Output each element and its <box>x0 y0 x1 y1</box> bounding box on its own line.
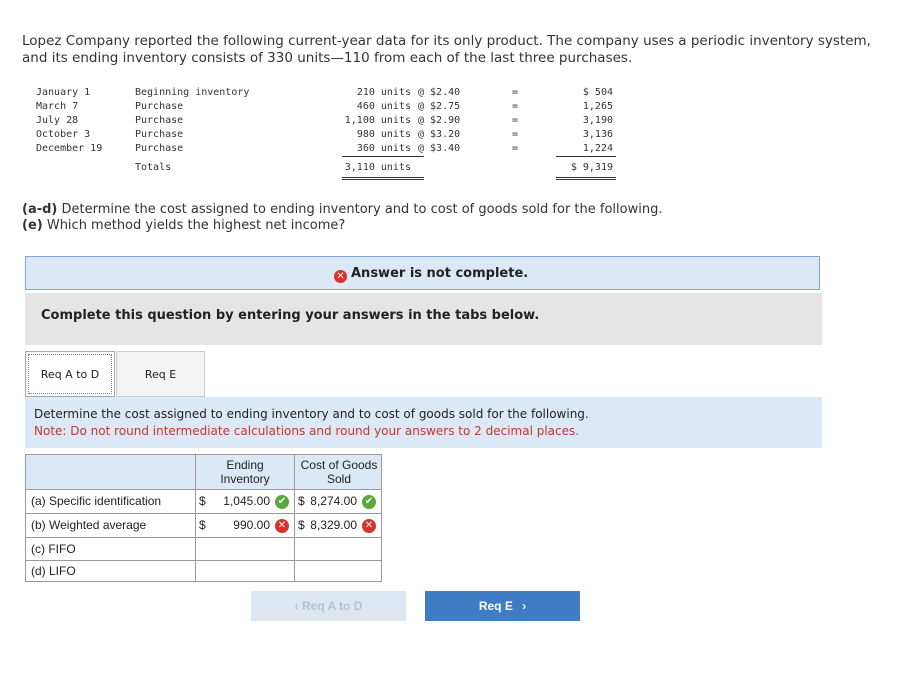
cogs-input[interactable]: $ 8,329.00 ✕ <box>294 513 382 538</box>
rounding-note: Note: Do not round intermediate calculat… <box>34 424 580 438</box>
instructions-text: Complete this question by entering your … <box>41 308 540 323</box>
row-cost: @ $3.40 <box>418 143 461 154</box>
question-e-label: (e) <box>22 218 43 233</box>
instructions-banner: Complete this question by entering your … <box>25 293 822 345</box>
question-a-d-text: Determine the cost assigned to ending in… <box>57 202 663 217</box>
check-icon: ✔ <box>362 495 376 509</box>
total-underline <box>556 156 616 157</box>
question-a-d: (a-d) Determine the cost assigned to end… <box>22 202 662 218</box>
row-total: 3,136 <box>582 129 613 140</box>
row-equals: = <box>512 129 519 140</box>
dollar-sign: $ <box>199 518 206 532</box>
x-circle-icon: ✕ <box>334 270 347 283</box>
col-ending-inventory: Ending Inventory <box>220 458 270 486</box>
row-cost: @ $2.90 <box>418 115 461 126</box>
row-desc: Beginning inventory <box>135 87 250 98</box>
row-equals: = <box>512 143 519 154</box>
input-value: 8,274.00 <box>310 494 357 508</box>
tab-focus-outline <box>28 354 112 394</box>
row-total: 3,190 <box>582 115 613 126</box>
row-units: 1,100 units <box>344 115 411 126</box>
totals-units: 3,110 units <box>344 162 411 173</box>
row-units: 360 units <box>356 143 411 154</box>
row-date: October 3 <box>36 129 91 140</box>
col-cost-of-goods-sold: Cost of Goods Sold <box>300 458 378 486</box>
tab-instruction-panel: Determine the cost assigned to ending in… <box>25 397 822 448</box>
answer-status-banner: ✕ Answer is not complete. <box>25 256 820 290</box>
row-equals: = <box>512 101 519 112</box>
ending-inventory-input[interactable]: $ 1,045.00 ✔ <box>195 489 295 514</box>
row-total: 1,224 <box>582 143 613 154</box>
row-label: (b) Weighted average <box>31 518 147 532</box>
input-value: 8,329.00 <box>310 518 357 532</box>
header-cogs: Cost of Goods Sold <box>294 454 382 490</box>
row-label-cell: (b) Weighted average <box>25 513 196 538</box>
tab-req-a-to-d[interactable]: Req A to D <box>25 351 115 397</box>
row-desc: Purchase <box>135 115 184 126</box>
row-desc: Purchase <box>135 101 184 112</box>
cogs-input[interactable] <box>294 537 382 561</box>
dollar-sign: $ <box>298 518 305 532</box>
units-underline <box>342 156 424 157</box>
cogs-input[interactable] <box>294 560 382 582</box>
chevron-right-icon: › <box>522 599 527 613</box>
row-label-cell: (d) LIFO <box>25 560 196 582</box>
row-date: March 7 <box>36 101 79 112</box>
problem-intro: Lopez Company reported the following cur… <box>22 33 871 66</box>
totals-label: Totals <box>135 162 172 173</box>
input-value: 1,045.00 <box>223 494 270 508</box>
answer-status: ✕ Answer is not complete. <box>334 266 528 283</box>
row-units: 210 units <box>356 87 411 98</box>
row-label-cell: (c) FIFO <box>25 537 196 561</box>
row-date: December 19 <box>36 143 103 154</box>
row-cost: @ $2.40 <box>418 87 461 98</box>
row-equals: = <box>512 87 519 98</box>
x-circle-icon: ✕ <box>275 519 289 533</box>
row-label: (a) Specific identification <box>31 494 162 508</box>
dollar-sign: $ <box>298 494 305 508</box>
prev-button[interactable]: ‹ Req A to D <box>251 591 406 621</box>
dollar-sign: $ <box>199 494 206 508</box>
row-label: (d) LIFO <box>31 564 76 578</box>
row-desc: Purchase <box>135 129 184 140</box>
question-text: (a-d) Determine the cost assigned to end… <box>22 202 662 234</box>
ending-inventory-input[interactable] <box>195 560 295 582</box>
x-circle-icon: ✕ <box>362 519 376 533</box>
row-equals: = <box>512 115 519 126</box>
units-double-underline-1 <box>342 177 424 178</box>
next-button-label: Req E <box>478 599 513 613</box>
units-double-underline-2 <box>342 179 424 180</box>
row-total: $ 504 <box>582 87 613 98</box>
total-double-underline-1 <box>556 177 616 178</box>
row-desc: Purchase <box>135 143 184 154</box>
row-date: January 1 <box>36 87 91 98</box>
header-ending-inventory: Ending Inventory <box>195 454 295 490</box>
row-cost: @ $2.75 <box>418 101 461 112</box>
input-value: 990.00 <box>233 518 270 532</box>
row-date: July 28 <box>36 115 79 126</box>
header-blank <box>25 454 196 490</box>
row-label-cell: (a) Specific identification <box>25 489 196 514</box>
ending-inventory-input[interactable] <box>195 537 295 561</box>
chevron-left-icon: ‹ <box>294 599 299 613</box>
row-units: 980 units <box>356 129 411 140</box>
row-units: 460 units <box>356 101 411 112</box>
row-cost: @ $3.20 <box>418 129 461 140</box>
tab-instruction: Determine the cost assigned to ending in… <box>34 407 589 421</box>
ending-inventory-input[interactable]: $ 990.00 ✕ <box>195 513 295 538</box>
tab-req-e[interactable]: Req E <box>116 351 205 397</box>
total-double-underline-2 <box>556 179 616 180</box>
next-button[interactable]: Req E › <box>425 591 580 621</box>
tab-label: Req E <box>144 368 177 381</box>
question-e-text: Which method yields the highest net inco… <box>42 218 346 233</box>
totals-amount: $ 9,319 <box>570 162 613 173</box>
question-e: (e) Which method yields the highest net … <box>22 218 662 234</box>
check-icon: ✔ <box>275 495 289 509</box>
prev-button-label: Req A to D <box>301 599 363 613</box>
answer-status-text: Answer is not complete. <box>351 266 529 281</box>
cogs-input[interactable]: $ 8,274.00 ✔ <box>294 489 382 514</box>
row-label: (c) FIFO <box>31 542 76 556</box>
question-a-d-label: (a-d) <box>22 202 58 217</box>
row-total: 1,265 <box>582 101 613 112</box>
